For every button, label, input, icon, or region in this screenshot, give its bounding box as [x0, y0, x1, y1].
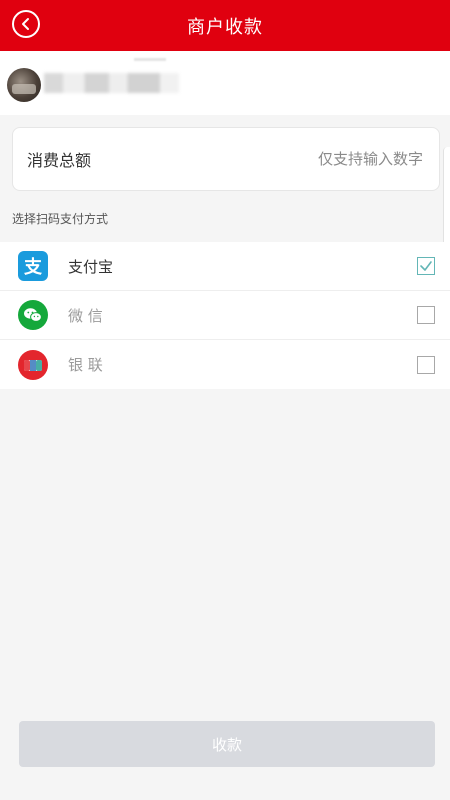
collect-payment-button[interactable]: 收款	[19, 721, 435, 767]
amount-label: 消费总额	[27, 151, 92, 170]
merchant-info	[0, 51, 450, 115]
checkmark-icon	[420, 261, 432, 271]
payment-option-alipay[interactable]: 支 支付宝	[0, 242, 450, 291]
chevron-left-icon	[22, 18, 29, 30]
page-title: 商户收款	[187, 16, 263, 38]
blurred-text	[134, 58, 166, 61]
payment-option-wechat[interactable]: 微 信	[0, 291, 450, 340]
amount-input[interactable]	[221, 149, 425, 169]
payment-option-label: 微 信	[68, 306, 103, 325]
alipay-checkbox[interactable]	[417, 257, 435, 275]
back-button[interactable]	[12, 10, 40, 38]
svg-text:支: 支	[23, 256, 43, 278]
payment-method-list: 支 支付宝 微 信 银 联	[0, 242, 450, 389]
amount-field-card[interactable]: 消费总额	[12, 127, 440, 191]
app-header: 商户收款	[0, 0, 450, 51]
merchant-avatar	[7, 68, 41, 102]
unionpay-checkbox[interactable]	[417, 355, 435, 374]
payment-option-label: 支付宝	[68, 257, 114, 276]
wechat-checkbox[interactable]	[417, 306, 435, 324]
merchant-payment-page: 商户收款 消费总额 选择扫码支付方式 支 支付宝	[0, 0, 450, 800]
payment-option-label: 银 联	[68, 356, 103, 374]
merchant-name-blurred	[44, 73, 179, 93]
payment-option-unionpay[interactable]: 银 联	[0, 340, 450, 389]
wechat-icon	[18, 300, 48, 330]
unionpay-icon	[18, 349, 48, 380]
payment-method-label: 选择扫码支付方式	[12, 212, 109, 226]
alipay-icon: 支	[18, 251, 48, 281]
